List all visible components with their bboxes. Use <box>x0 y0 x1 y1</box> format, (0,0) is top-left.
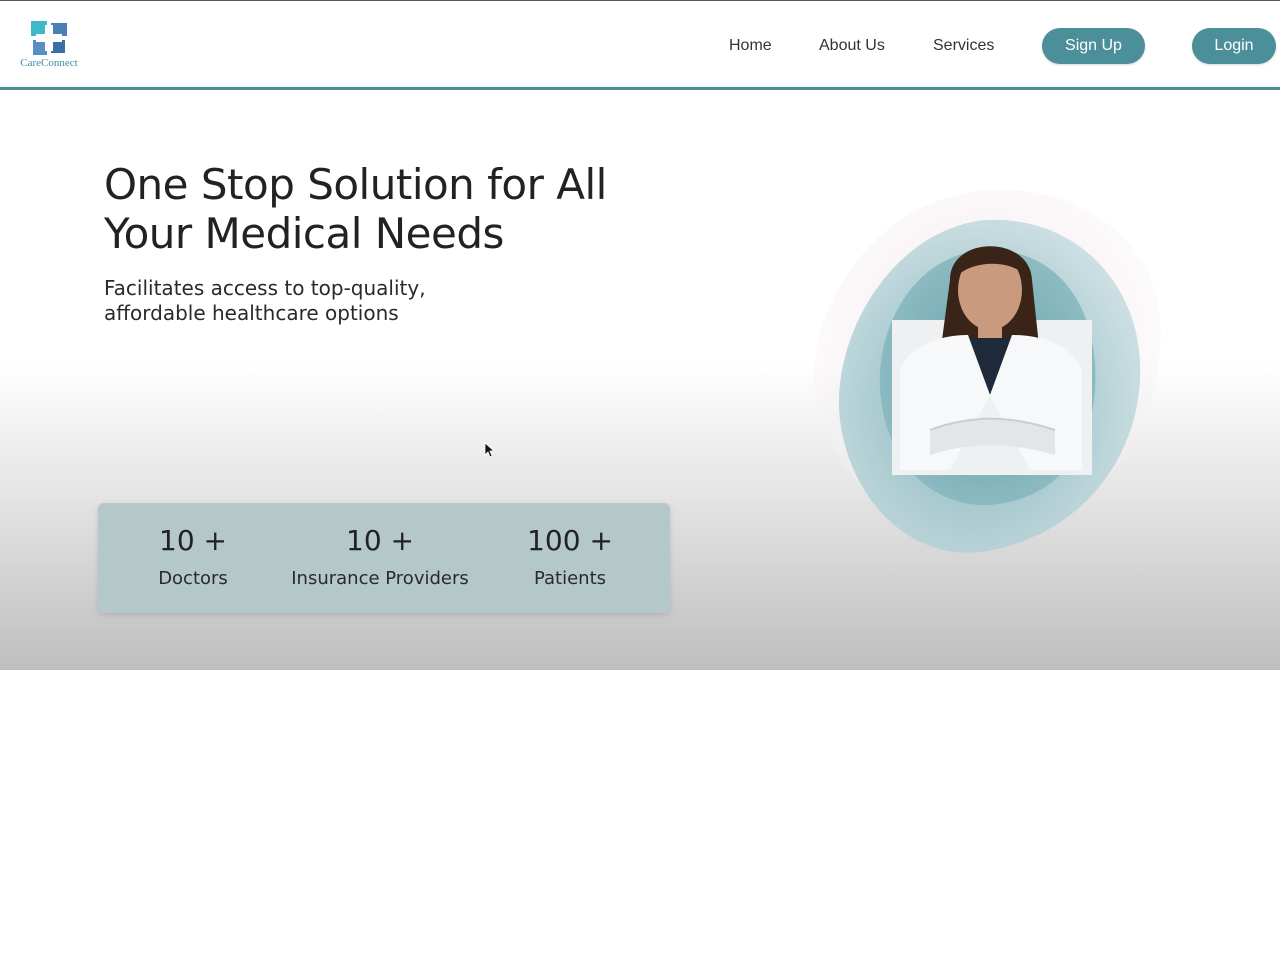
login-button[interactable]: Login <box>1192 28 1276 64</box>
stat-doctors-value: 10 + <box>159 524 227 557</box>
hero-subtitle-line-1: Facilitates access to top-quality, <box>104 276 426 300</box>
stat-insurance-label: Insurance Providers <box>291 568 469 589</box>
stat-insurance-value: 10 + <box>346 524 414 557</box>
stat-patients: 100 + Patients <box>512 503 628 613</box>
hero-title: One Stop Solution for All Your Medical N… <box>104 160 704 258</box>
doctor-portrait-image <box>800 180 1180 570</box>
nav-about-us-link[interactable]: About Us <box>819 37 885 55</box>
stat-patients-value: 100 + <box>527 524 613 557</box>
stat-patients-label: Patients <box>533 568 607 589</box>
hero-section: One Stop Solution for All Your Medical N… <box>0 90 1280 670</box>
stats-panel: 10 + Doctors 10 + Insurance Providers 10… <box>98 503 670 613</box>
hero-title-line-1: One Stop Solution for All <box>104 160 607 209</box>
stat-doctors-label: Doctors <box>158 568 228 589</box>
nav-home-link[interactable]: Home <box>729 37 772 55</box>
logo-text: CareConnect <box>20 57 78 69</box>
hero-title-line-2: Your Medical Needs <box>104 209 504 258</box>
hero-subtitle-line-2: affordable healthcare options <box>104 301 399 325</box>
stat-doctors: 10 + Doctors <box>138 503 248 613</box>
hero-subtitle: Facilitates access to top-quality, affor… <box>104 276 524 326</box>
logo[interactable]: CareConnect <box>16 21 82 71</box>
nav-services-link[interactable]: Services <box>933 37 994 55</box>
medical-cross-logo-icon <box>31 21 67 55</box>
mouse-cursor-icon <box>484 442 494 458</box>
navbar: CareConnect Home About Us Services Sign … <box>0 1 1280 88</box>
sign-up-button[interactable]: Sign Up <box>1042 28 1145 64</box>
doctor-portrait-illustration <box>814 189 1161 553</box>
stat-insurance-providers: 10 + Insurance Providers <box>278 503 482 613</box>
